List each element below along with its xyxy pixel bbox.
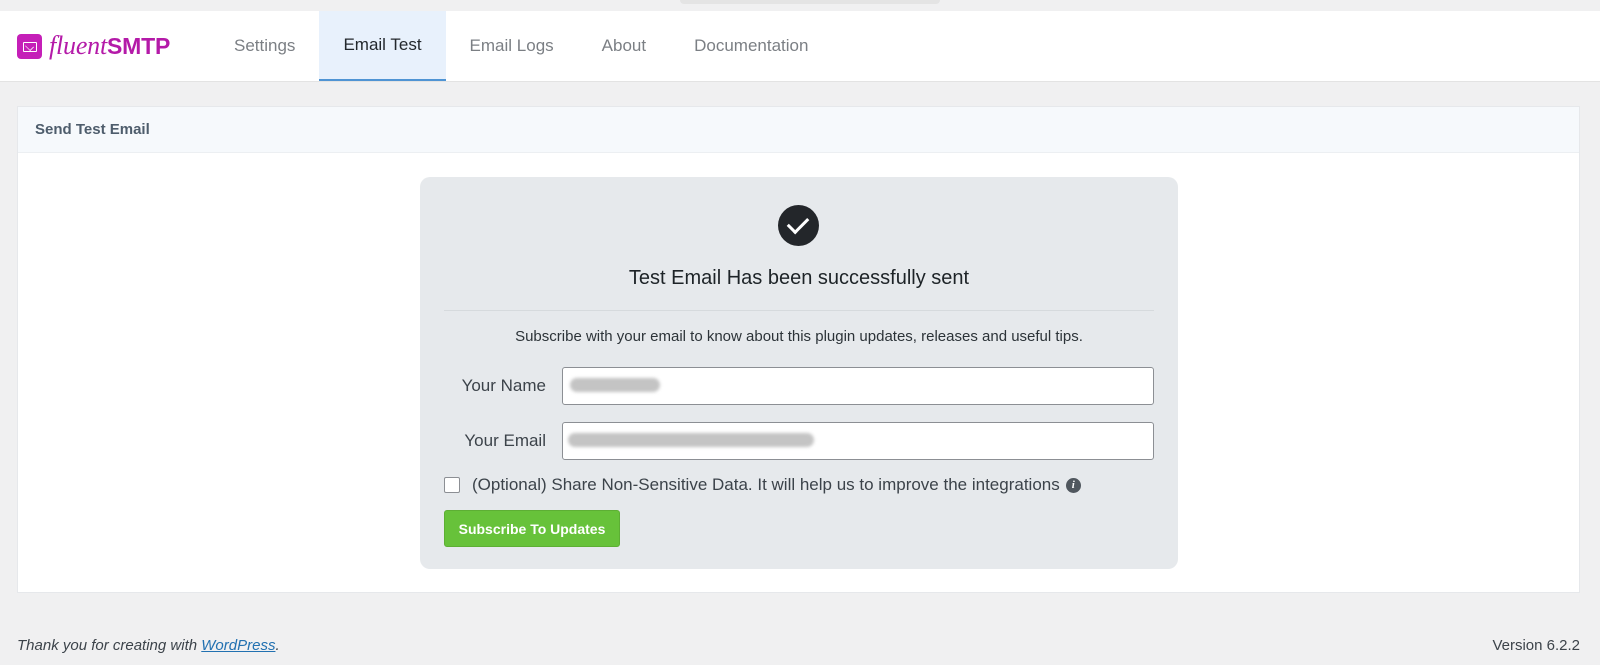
plugin-header: fluentSMTP Settings Email Test Email Log… [0, 11, 1600, 82]
footer-version: Version 6.2.2 [1492, 637, 1580, 654]
wordpress-link[interactable]: WordPress [201, 637, 275, 654]
top-edge-shadow [680, 0, 940, 4]
share-data-optin: (Optional) Share Non-Sensitive Data. It … [444, 475, 1081, 495]
send-test-email-panel: Send Test Email Test Email Has been succ… [17, 106, 1580, 593]
tab-documentation[interactable]: Documentation [670, 11, 832, 81]
tab-email-test[interactable]: Email Test [319, 11, 446, 81]
email-row: Your Email [444, 422, 1154, 460]
name-row: Your Name [444, 367, 1154, 405]
main-nav: Settings Email Test Email Logs About Doc… [210, 11, 832, 81]
divider [444, 310, 1154, 311]
tab-about[interactable]: About [578, 11, 670, 81]
tab-settings[interactable]: Settings [210, 11, 319, 81]
footer-thanks: Thank you for creating with WordPress. [17, 637, 280, 654]
tab-email-logs[interactable]: Email Logs [446, 11, 578, 81]
success-title: Test Email Has been successfully sent [628, 267, 970, 289]
email-label: Your Email [464, 431, 546, 450]
fluentsmtp-logo[interactable]: fluentSMTP [0, 11, 210, 81]
info-icon[interactable]: i [1065, 477, 1081, 493]
share-data-checkbox[interactable] [444, 477, 460, 493]
subscribe-to-updates-button[interactable]: Subscribe To Updates [444, 510, 620, 547]
redacted-email [568, 433, 814, 447]
success-check-icon [778, 205, 819, 246]
logo-text: fluentSMTP [49, 31, 171, 60]
subscribe-description: Subscribe with your email to know about … [515, 328, 1083, 345]
panel-title: Send Test Email [18, 107, 1579, 153]
envelope-logo-icon [17, 33, 42, 59]
redacted-name [570, 378, 660, 392]
name-label: Your Name [461, 376, 546, 395]
share-data-label: (Optional) Share Non-Sensitive Data. It … [472, 475, 1060, 494]
success-card: Test Email Has been successfully sent Su… [420, 177, 1178, 569]
